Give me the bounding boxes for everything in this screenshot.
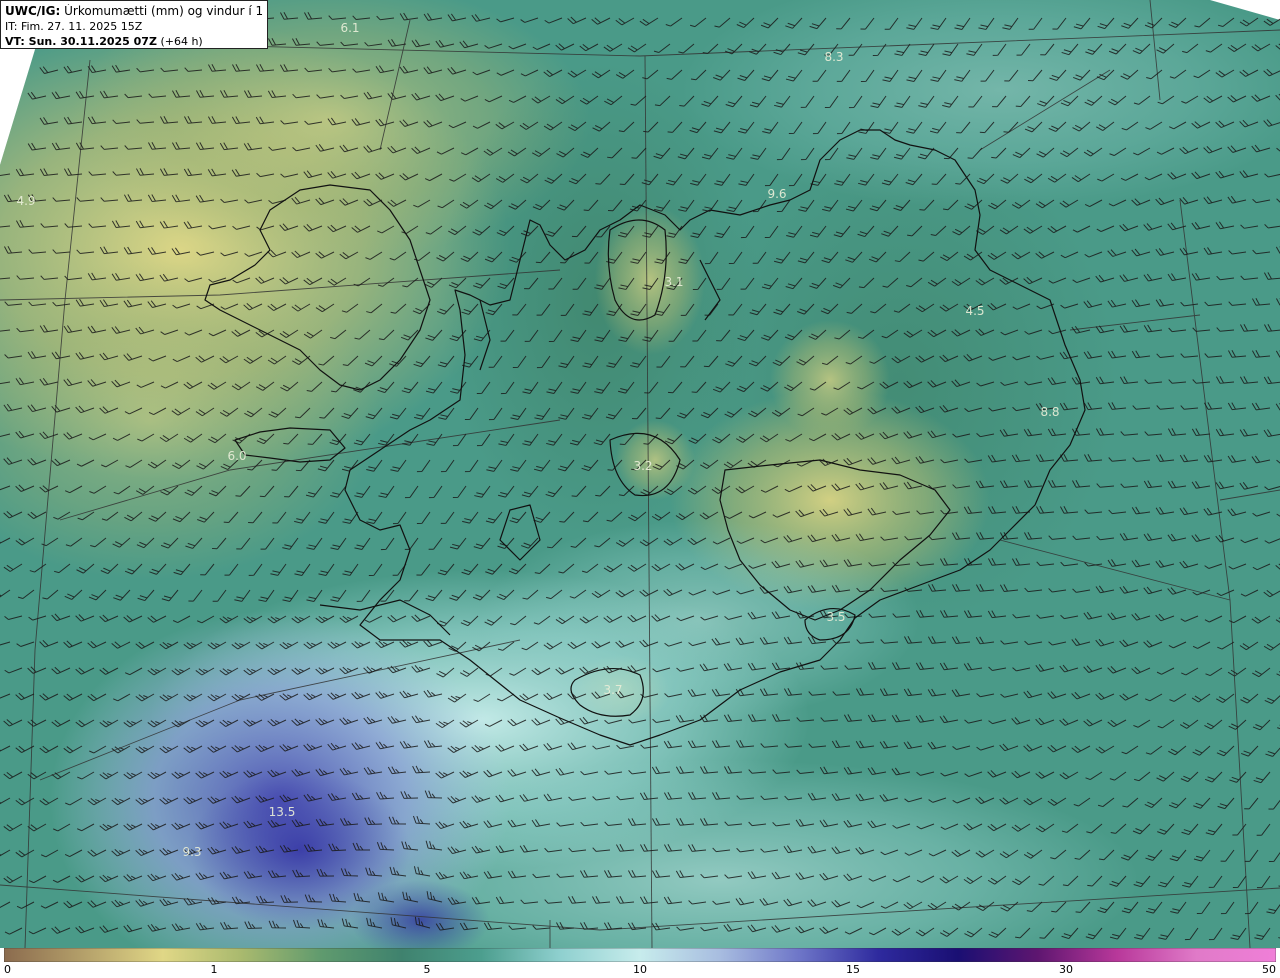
map-value-label: 3.1 (664, 275, 683, 289)
map-value-label: 3.5 (826, 610, 845, 624)
map-value-label: 13.5 (269, 805, 296, 819)
info-title-row: UWC/IG: Úrkomumætti (mm) og vindur í 100… (5, 4, 263, 19)
colorbar-gradient (4, 948, 1276, 962)
precipitation-wind-map: 6.1 8.3 4.9 9.6 3.1 4.5 8.8 6.0 3.2 3.5 3.7 13.5 9.3 (0, 0, 1280, 948)
map-value-label: 6.1 (340, 21, 359, 35)
map-title: Úrkomumætti (mm) og vindur í 100m hæð (64, 4, 263, 18)
map-value-label: 4.9 (16, 194, 35, 208)
map-value-label: 8.8 (1040, 405, 1059, 419)
map-value-label: 3.7 (603, 683, 622, 697)
map-value-label: 8.3 (824, 50, 843, 64)
colorbar-tick-label: 0 (4, 963, 11, 976)
valid-time: VT: Sun. 30.11.2025 07Z (5, 35, 157, 48)
lead-time: (+64 h) (160, 35, 203, 48)
colorbar-tick-label: 50 (1262, 963, 1276, 976)
map-value-label: 4.5 (965, 304, 984, 318)
colorbar-tick-label: 10 (633, 963, 647, 976)
issue-time: IT: Fim. 27. 11. 2025 15Z (5, 20, 143, 33)
map-info-box: UWC/IG: Úrkomumætti (mm) og vindur í 100… (0, 0, 268, 49)
colorbar-tick-label: 1 (210, 963, 218, 976)
colorbar-tick-label: 15 (846, 963, 860, 976)
map-value-label: 3.2 (633, 459, 652, 473)
map-value-label: 6.0 (227, 449, 246, 463)
model-label: UWC/IG: (5, 4, 61, 18)
precipitation-field (0, 0, 1280, 948)
map-value-label: 9.3 (182, 845, 201, 859)
map-value-label: 9.6 (767, 187, 786, 201)
valid-time-row: VT: Sun. 30.11.2025 07Z (+64 h) (5, 34, 263, 49)
colorbar-tick-label: 5 (423, 963, 431, 976)
colorbar-tick-label: 30 (1059, 963, 1073, 976)
colorbar-legend: 0 1 5 10 15 30 50 (0, 948, 1280, 978)
